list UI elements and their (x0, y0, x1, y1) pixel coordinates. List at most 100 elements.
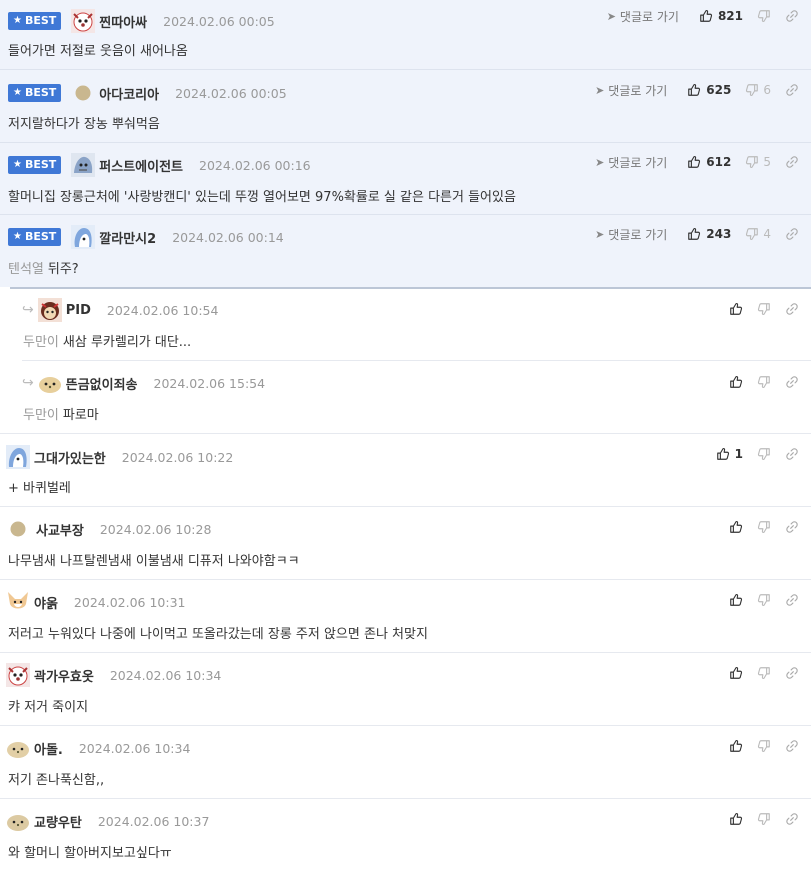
comment-date: 2024.02.06 00:14 (172, 229, 284, 245)
like-button[interactable]: 243 (687, 227, 731, 241)
avatar[interactable] (38, 371, 62, 395)
dislike-button[interactable]: 5 (745, 155, 771, 169)
like-button[interactable] (729, 812, 743, 826)
nickname[interactable]: 사교부장 (36, 520, 84, 539)
avatar[interactable] (71, 153, 96, 177)
goto-reply-link[interactable]: ➤ 댓글로 가기 (595, 82, 667, 99)
like-button[interactable]: 821 (699, 9, 743, 23)
send-arrow-icon: ➤ (595, 227, 605, 241)
thumbs-up-icon (716, 447, 730, 461)
avatar[interactable] (6, 590, 30, 614)
dislike-button[interactable] (757, 812, 771, 826)
thumbs-up-icon (729, 812, 743, 826)
mention[interactable]: 두만이 (23, 408, 59, 423)
like-button[interactable] (729, 739, 743, 753)
nickname[interactable]: 찐따아싸 (99, 12, 147, 31)
like-count: 821 (717, 9, 743, 23)
link-icon (785, 375, 799, 389)
avatar[interactable] (37, 298, 62, 322)
nickname[interactable]: PID (66, 303, 91, 318)
nickname[interactable]: 교량우탄 (34, 812, 82, 831)
thumbs-up-icon (687, 155, 701, 169)
nickname[interactable]: 곽가우효옷 (34, 666, 94, 685)
avatar[interactable] (75, 81, 91, 105)
goto-reply-link[interactable]: ➤ 댓글로 가기 (607, 8, 679, 25)
nickname[interactable]: 야옭 (34, 593, 58, 612)
like-button[interactable] (729, 302, 743, 316)
link-icon (785, 447, 799, 461)
share-button[interactable] (785, 155, 799, 169)
comment-item: 사교부장 2024.02.06 10:28 나무냄새 나프탈렌냄새 이불냄새 디… (0, 507, 811, 580)
nickname[interactable]: 깔라만시2 (99, 228, 156, 247)
like-button[interactable] (729, 666, 743, 680)
mention[interactable]: 두만이 (23, 335, 59, 350)
thumbs-down-icon (757, 666, 771, 680)
comment-text: 나무냄새 나프탈렌냄새 이불냄새 디퓨저 나와야함ㅋㅋ (8, 554, 300, 569)
like-button[interactable]: 625 (687, 83, 731, 97)
share-button[interactable] (785, 520, 799, 534)
thumbs-up-icon (687, 83, 701, 97)
thumbs-down-icon (757, 9, 771, 23)
dislike-count: 5 (763, 155, 771, 169)
nickname[interactable]: 퍼스트에이전트 (99, 156, 183, 175)
share-button[interactable] (785, 375, 799, 389)
share-button[interactable] (785, 9, 799, 23)
share-button[interactable] (785, 83, 799, 97)
comment-date: 2024.02.06 00:05 (163, 13, 275, 29)
thumbs-down-icon (757, 447, 771, 461)
share-button[interactable] (785, 666, 799, 680)
comment-date: 2024.02.06 10:34 (78, 740, 191, 756)
dislike-button[interactable] (757, 375, 771, 389)
avatar[interactable] (10, 517, 26, 541)
share-button[interactable] (785, 227, 799, 241)
dislike-button[interactable]: 4 (745, 227, 771, 241)
like-button[interactable]: 612 (687, 155, 731, 169)
star-icon: ★ (13, 87, 22, 98)
best-badge: ★ BEST (8, 228, 62, 246)
dislike-button[interactable]: 6 (745, 83, 771, 97)
avatar[interactable] (71, 9, 96, 33)
thumbs-down-icon (757, 302, 771, 316)
dislike-button[interactable] (757, 9, 771, 23)
share-button[interactable] (785, 812, 799, 826)
dislike-button[interactable] (757, 447, 771, 461)
dislike-button[interactable] (757, 520, 771, 534)
nickname[interactable]: 그대가있는한 (34, 448, 106, 467)
goto-reply-link[interactable]: ➤ 댓글로 가기 (595, 154, 667, 171)
nickname[interactable]: 뜬금없이죄송 (66, 374, 138, 393)
avatar[interactable] (6, 736, 30, 760)
share-button[interactable] (785, 739, 799, 753)
nickname[interactable]: 아돌. (34, 739, 63, 758)
avatar[interactable] (6, 445, 30, 469)
avatar[interactable] (6, 663, 30, 687)
like-button[interactable] (729, 593, 743, 607)
mention[interactable]: 텐석열 (8, 262, 44, 277)
like-button[interactable] (729, 375, 743, 389)
dislike-button[interactable] (757, 739, 771, 753)
nickname[interactable]: 아다코리아 (99, 84, 159, 103)
like-button[interactable]: 1 (716, 447, 743, 461)
thumbs-down-icon (745, 227, 759, 241)
thumbs-down-icon (745, 155, 759, 169)
send-arrow-icon: ➤ (595, 83, 605, 97)
avatar[interactable] (6, 809, 30, 833)
reply-arrow-icon: ↪ (22, 375, 34, 391)
share-button[interactable] (785, 302, 799, 316)
dislike-button[interactable] (757, 666, 771, 680)
comment-item: 교량우탄 2024.02.06 10:37 와 할머니 할아버지보고싶다ㅠ (0, 799, 811, 872)
comment-text: 캬 저거 죽이지 (8, 700, 89, 715)
dislike-button[interactable] (757, 593, 771, 607)
comment-text: 저기 존나푹신함,, (8, 773, 105, 788)
send-arrow-icon: ➤ (606, 9, 616, 23)
like-button[interactable] (729, 520, 743, 534)
share-button[interactable] (785, 593, 799, 607)
avatar[interactable] (71, 225, 96, 249)
thumbs-down-icon (757, 520, 771, 534)
thumbs-up-icon (729, 593, 743, 607)
thumbs-up-icon (687, 227, 701, 241)
goto-reply-link[interactable]: ➤ 댓글로 가기 (595, 226, 667, 243)
like-count: 243 (706, 227, 732, 241)
dislike-button[interactable] (757, 302, 771, 316)
link-icon (785, 83, 799, 97)
share-button[interactable] (785, 447, 799, 461)
